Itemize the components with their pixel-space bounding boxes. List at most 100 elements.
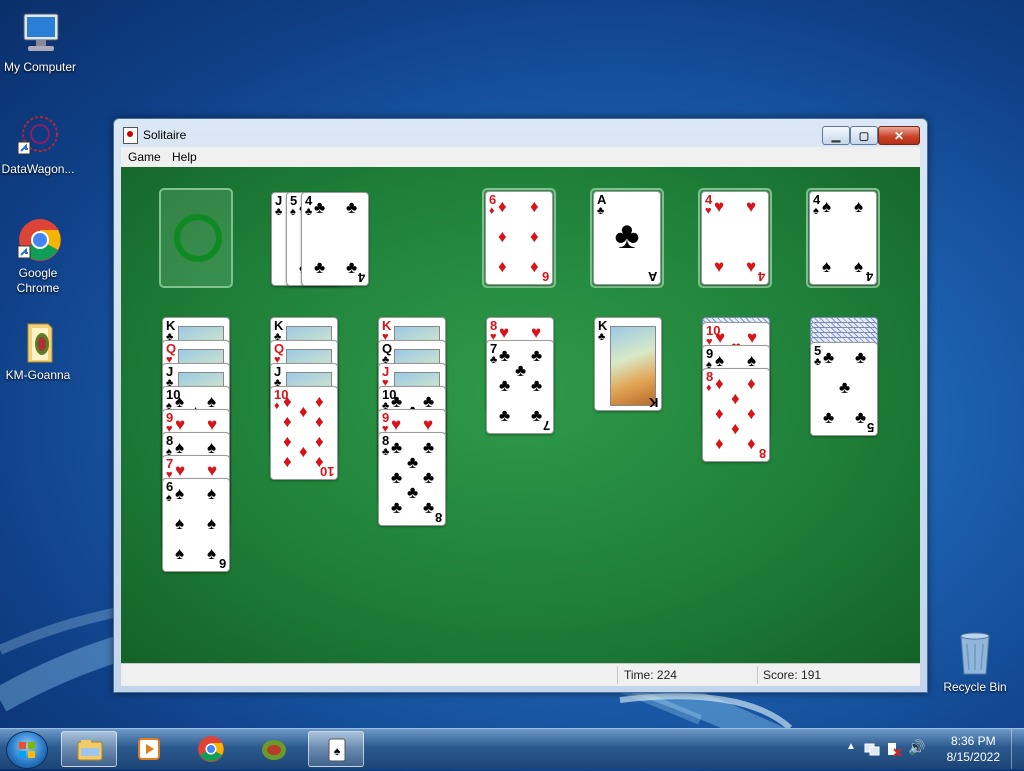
card-pip-icon: ♥ [746,197,757,216]
card-pip-icon: ♣ [839,378,851,397]
card-pip-icon: ♠ [207,544,217,563]
desktop-icon-label: DataWagon... [1,162,75,176]
desktop-icon-datawagon[interactable]: DataWagon... [0,112,78,177]
title-bar[interactable]: Solitaire ▁ ▢ ✕ [114,119,927,147]
card-pip-icon: ♣ [314,258,326,277]
tableau-card[interactable]: 8 ♦ ♦ ♦ ♦ ♦ ♦ ♦ ♦ ♦ 8 [702,368,770,462]
menu-game[interactable]: Game [128,150,161,164]
score-display: Score: 191 [763,668,822,682]
card-pip-icon: ♠ [175,392,185,411]
card-pip-icon: ♣ [391,468,403,487]
minimize-icon: ▁ [831,130,841,142]
maximize-button[interactable]: ▢ [850,126,878,145]
card-rank-bottom: 7 [542,418,550,433]
card-pip-icon: ♣ [823,348,835,367]
card-pip-icon: ♣ [423,498,435,517]
minimize-button[interactable]: ▁ [822,126,850,145]
close-button[interactable]: ✕ [878,126,920,145]
foundation-card[interactable]: 4 ♥ ♥ ♥ ♥ ♥ 4 [701,191,769,285]
card-suit-icon: ♦ [274,400,280,412]
foundation-card[interactable]: 4 ♠ ♠ ♠ ♠ ♠ 4 [809,191,877,285]
maximize-icon: ▢ [858,130,870,142]
card-pip-icon: ♥ [714,197,725,216]
card-pip-icon: ♦ [498,227,507,246]
card-pip-icon: ♠ [854,197,864,216]
card-pip-icon: ♦ [731,389,740,408]
card-pip-icon: ♥ [391,415,402,434]
svg-text:♠: ♠ [334,744,341,758]
start-button[interactable] [6,731,48,769]
card-pip-icon: ♣ [346,198,358,217]
desktop-icon-label: Google Chrome [16,266,60,295]
card-pip-icon: ♠ [175,544,185,563]
taskbar-media-player[interactable] [121,731,177,767]
card-suit-icon: ♣ [490,354,498,366]
foundation-card[interactable]: A ♣ ♣ A [593,191,661,285]
goanna-icon [262,740,286,760]
card-suit-icon: ♣ [598,331,606,343]
desktop-icon-recycle-bin[interactable]: Recycle Bin [935,630,1015,695]
taskbar-solitaire[interactable]: ♠ [308,731,364,767]
volume-icon[interactable]: 🔊 [908,739,925,756]
card-pip-icon: ♠ [175,484,185,503]
card-suit-icon: ♦ [489,205,495,217]
foundation-card[interactable]: 6 ♦ ♦ ♦ ♦ ♦ ♦ ♦ 6 [485,191,553,285]
card-suit-icon: ♣ [275,206,283,218]
card-pip-icon: ♥ [531,323,542,342]
menu-help[interactable]: Help [172,150,197,164]
tableau-card[interactable]: 8 ♣ ♣ ♣ ♣ ♣ ♣ ♣ ♣ ♣ 8 [378,432,446,526]
card-pip-icon: ♠ [207,484,217,503]
card-pip-icon: ♦ [747,374,756,393]
show-desktop-button[interactable] [1011,729,1024,769]
solitaire-icon: ♠ [328,738,346,762]
card-pip-icon: ♦ [315,411,324,431]
stock-pile[interactable] [159,188,233,288]
tableau-card[interactable]: 5 ♣ ♣ ♣ ♣ ♣ ♣ 5 [810,342,878,436]
card-pip-icon: ♦ [731,419,740,438]
card-pip-icon: ♣ [499,406,511,425]
clock[interactable]: 8:36 PM 8/15/2022 [947,733,1000,765]
card-pip-icon: ♦ [498,257,507,276]
card-pip-icon: ♠ [715,351,725,370]
media-player-icon [138,738,160,760]
desktop-icon-km-goanna[interactable]: KM-Goanna [0,318,78,383]
folder-icon [14,318,62,366]
card-pip-icon: ♣ [531,346,543,365]
waste-card[interactable]: 4 ♣ ♣ ♣ ♣ ♣ 4 [301,192,369,286]
tableau-card[interactable]: 6 ♠ ♠ ♠ ♠ ♠ ♠ ♠ 6 [162,478,230,572]
action-center-icon[interactable] [886,741,902,757]
card-pip-icon: ♣ [423,438,435,457]
card-pip-icon: ♠ [822,257,832,276]
card-rank-bottom: 8 [434,510,442,525]
show-hidden-icons-icon[interactable]: ▲ [846,741,856,752]
card-pip-icon: ♦ [283,392,292,411]
desktop-icon-my-computer[interactable]: My Computer [0,10,80,75]
desktop-icon-google-chrome[interactable]: Google Chrome [0,216,78,296]
tableau-card[interactable]: 7 ♣ ♣ ♣ ♣ ♣ ♣ ♣ ♣ 7 [486,340,554,434]
network-icon[interactable] [864,741,880,757]
card-pip-icon: ♦ [315,392,324,411]
card-pip-icon: ♣ [531,376,543,395]
card-pip-icon: ♥ [207,461,218,480]
card-rank-bottom: 4 [865,269,873,284]
taskbar-goanna[interactable] [246,731,302,767]
tableau-card[interactable]: K♣K [594,317,662,411]
tableau-card[interactable]: 10 ♦ ♦ ♦ ♦ ♦ ♦ ♦ ♦ ♦ ♦ ♦ 10 [270,386,338,480]
card-pip-icon: ♣ [515,361,527,380]
computer-icon [16,10,64,58]
card-pip-icon: ♣ [314,198,326,217]
game-board[interactable]: J♣J5♠♠♠♠♠♠54♣♣♣♣♣46♦♦♦♦♦♦♦6A♣♣A4♥♥♥♥♥44♠… [121,167,920,663]
taskbar-explorer[interactable] [61,731,117,767]
redeal-ring-icon [174,214,222,262]
card-pip-icon: ♣ [346,258,358,277]
card-suit-icon: ♣ [382,446,390,458]
card-rank-bottom: 4 [357,270,365,285]
card-pip-icon: ♦ [715,404,724,423]
card-rank-bottom: 6 [541,269,549,284]
card-pip-icon: ♣ [391,498,403,517]
card-pip-icon: ♠ [822,197,832,216]
desktop-icon-label: KM-Goanna [5,368,71,382]
card-pip-icon: ♦ [747,404,756,423]
card-pip-icon: ♦ [315,431,324,451]
taskbar-chrome[interactable] [183,731,239,767]
